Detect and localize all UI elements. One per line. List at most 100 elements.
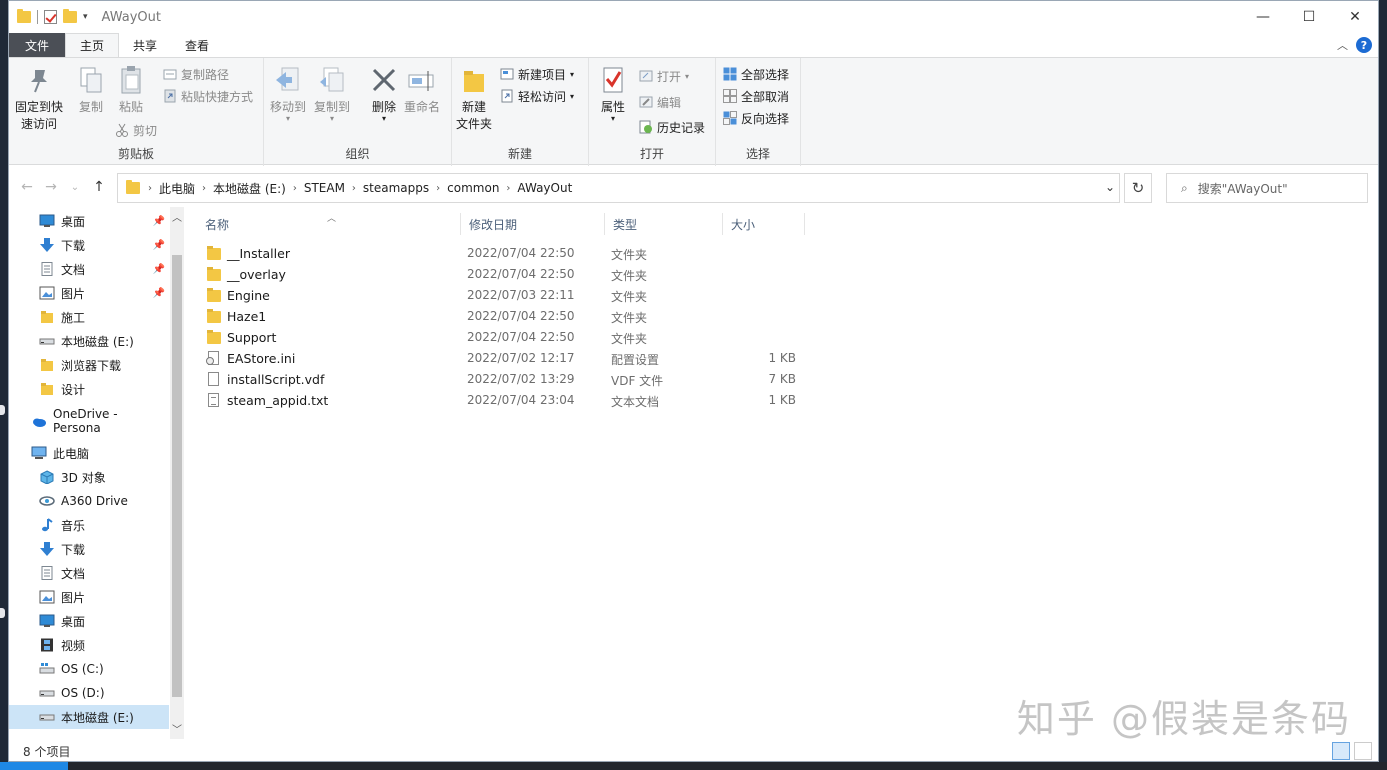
pin-to-quick-access-button[interactable]: 固定到快 速访问: [15, 64, 63, 133]
help-icon[interactable]: ?: [1356, 37, 1372, 53]
select-group-label: 选择: [745, 147, 770, 161]
nav-item-videos[interactable]: 视频: [9, 633, 169, 657]
move-to-icon: [272, 64, 304, 96]
paste-button[interactable]: 粘贴: [115, 64, 147, 116]
file-row[interactable]: Support 2022/07/04 22:50 文件夹: [197, 327, 817, 348]
nav-item-pc-pictures[interactable]: 图片: [9, 585, 169, 609]
large-icons-view-icon[interactable]: [1354, 742, 1372, 760]
new-folder-button[interactable]: 新建 文件夹: [456, 64, 492, 133]
scrollbar-thumb[interactable]: [172, 255, 182, 697]
close-button[interactable]: ✕: [1332, 1, 1378, 33]
paste-shortcut-button[interactable]: 粘贴快捷方式: [163, 86, 253, 106]
nav-item-music[interactable]: 音乐: [9, 513, 169, 537]
nav-item-pc-downloads[interactable]: 下载: [9, 537, 169, 561]
clipboard-group-label: 剪贴板: [117, 147, 154, 161]
search-input[interactable]: ⌕ 搜索"AWayOut": [1166, 173, 1368, 203]
copy-to-button[interactable]: 复制到 ▾: [314, 64, 350, 123]
folder-icon: [207, 309, 221, 323]
nav-item-drive-d[interactable]: OS (D:): [9, 681, 169, 705]
select-all-button[interactable]: 全部选择: [723, 64, 789, 84]
search-placeholder: 搜索"AWayOut": [1197, 181, 1288, 196]
new-folder-icon[interactable]: [63, 9, 77, 23]
column-header-name[interactable]: ︿ 名称: [197, 213, 461, 235]
nav-item-drive-c[interactable]: OS (C:): [9, 657, 169, 681]
file-row[interactable]: Haze1 2022/07/04 22:50 文件夹: [197, 306, 817, 327]
back-arrow-icon[interactable]: ←: [15, 179, 39, 195]
history-button[interactable]: 历史记录: [639, 117, 705, 137]
breadcrumb-common[interactable]: common: [440, 181, 506, 195]
breadcrumb-steamapps[interactable]: steamapps: [356, 181, 436, 195]
edit-button[interactable]: 编辑: [639, 92, 681, 112]
tab-file[interactable]: 文件: [9, 33, 65, 57]
file-row[interactable]: EAStore.ini 2022/07/02 12:17 配置设置 1 KB: [197, 348, 817, 369]
forward-arrow-icon[interactable]: →: [39, 179, 63, 195]
nav-item-drive-e[interactable]: 本地磁盘 (E:): [9, 705, 169, 729]
copy-button[interactable]: 复制: [75, 64, 107, 116]
nav-item-onedrive[interactable]: OneDrive - Persona: [9, 407, 169, 435]
nav-item-3d-objects[interactable]: 3D 对象: [9, 465, 169, 489]
collapse-ribbon-icon[interactable]: ︿: [1337, 37, 1348, 53]
nav-item-pc-documents[interactable]: 文档: [9, 561, 169, 585]
nav-pane-scrollbar[interactable]: ︿ ﹀: [170, 207, 184, 739]
column-header-date[interactable]: 修改日期: [461, 213, 605, 235]
scissors-icon: [115, 123, 129, 137]
nav-item-documents[interactable]: 文档 📌: [9, 257, 169, 281]
details-view-icon[interactable]: [1332, 742, 1350, 760]
nav-item-browser-downloads[interactable]: 浏览器下载: [9, 353, 169, 377]
file-row[interactable]: Engine 2022/07/03 22:11 文件夹: [197, 285, 817, 306]
tab-share[interactable]: 共享: [119, 33, 171, 57]
file-row[interactable]: __overlay 2022/07/04 22:50 文件夹: [197, 264, 817, 285]
breadcrumb-awayout[interactable]: AWayOut: [510, 181, 579, 195]
new-item-button[interactable]: 新建项目 ▾: [500, 64, 574, 84]
rename-button[interactable]: 重命名: [404, 64, 440, 116]
breadcrumb-drive-e[interactable]: 本地磁盘 (E:): [206, 180, 293, 197]
file-row[interactable]: steam_appid.txt 2022/07/04 23:04 文本文档 1 …: [197, 390, 817, 411]
scroll-down-chevron-icon[interactable]: ﹀: [170, 721, 184, 737]
navigation-pane: 桌面 📌 下载 📌 文档 📌 图片 📌 施工 本地磁盘 (E:) 浏览器下载 设…: [9, 207, 185, 739]
maximize-button[interactable]: ☐: [1286, 1, 1332, 33]
properties-check-icon[interactable]: [44, 10, 57, 24]
file-row[interactable]: __Installer 2022/07/04 22:50 文件夹: [197, 243, 817, 264]
invert-selection-button[interactable]: 反向选择: [723, 108, 789, 128]
tab-view[interactable]: 查看: [171, 33, 223, 57]
customize-toolbar-chevron-icon[interactable]: ▾: [83, 12, 88, 22]
move-to-button[interactable]: 移动到 ▾: [270, 64, 306, 123]
folder-icon: [39, 310, 55, 324]
nav-item-drive-e-quick[interactable]: 本地磁盘 (E:): [9, 329, 169, 353]
easy-access-button[interactable]: 轻松访问 ▾: [500, 86, 574, 106]
nav-item-a360-drive[interactable]: A360 Drive: [9, 489, 169, 513]
file-row[interactable]: installScript.vdf 2022/07/02 13:29 VDF 文…: [197, 369, 817, 390]
sort-up-chevron-icon: ︿: [327, 214, 337, 224]
breadcrumb-this-pc[interactable]: 此电脑: [152, 180, 202, 197]
open-group: 属性 ▾ 打开 ▾ 编辑 历史记录 打开: [589, 58, 716, 166]
pictures-icon: [39, 286, 55, 300]
refresh-icon[interactable]: ↻: [1124, 173, 1152, 203]
column-header-size[interactable]: 大小: [723, 213, 805, 235]
download-icon: [39, 542, 55, 556]
recent-locations-chevron-icon[interactable]: ⌄: [63, 182, 87, 193]
nav-item-design[interactable]: 设计: [9, 377, 169, 401]
nav-item-this-pc[interactable]: 此电脑: [9, 441, 169, 465]
address-dropdown-chevron-icon[interactable]: ⌄: [1105, 180, 1115, 194]
open-button[interactable]: 打开 ▾: [639, 66, 689, 86]
computer-icon: [31, 446, 47, 460]
column-header-type[interactable]: 类型: [605, 213, 723, 235]
nav-item-desktop[interactable]: 桌面 📌: [9, 209, 169, 233]
nav-item-pc-desktop[interactable]: 桌面: [9, 609, 169, 633]
up-arrow-icon[interactable]: ↑: [87, 179, 111, 195]
copy-path-button[interactable]: 复制路径: [163, 64, 229, 84]
nav-item-downloads[interactable]: 下载 📌: [9, 233, 169, 257]
new-group: 新建 文件夹 新建项目 ▾ 轻松访问 ▾ 新建: [452, 58, 589, 166]
delete-button[interactable]: 删除 ▾: [368, 64, 400, 123]
minimize-button[interactable]: —: [1240, 1, 1286, 33]
cut-button[interactable]: 剪切: [115, 120, 157, 140]
nav-item-pictures[interactable]: 图片 📌: [9, 281, 169, 305]
select-none-button[interactable]: 全部取消: [723, 86, 789, 106]
properties-button[interactable]: 属性 ▾: [597, 64, 629, 123]
tab-home[interactable]: 主页: [65, 33, 120, 57]
breadcrumb-steam[interactable]: STEAM: [297, 181, 352, 195]
properties-icon: [597, 64, 629, 96]
nav-item-shigong[interactable]: 施工: [9, 305, 169, 329]
scroll-up-chevron-icon[interactable]: ︿: [170, 209, 184, 225]
address-bar[interactable]: › 此电脑 › 本地磁盘 (E:) › STEAM › steamapps › …: [117, 173, 1120, 203]
